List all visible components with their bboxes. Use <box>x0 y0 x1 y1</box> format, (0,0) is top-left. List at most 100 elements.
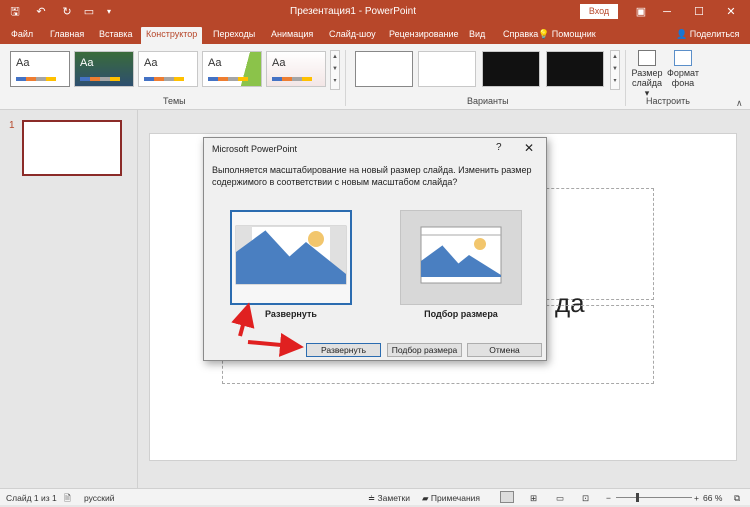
slide-number: 1 <box>9 120 15 131</box>
tab-insert[interactable]: Вставка <box>96 27 135 44</box>
slide-thumbnails-pane: 1 <box>0 110 138 488</box>
zoom-out-icon[interactable]: − <box>606 493 611 503</box>
theme-pink[interactable]: Aa <box>266 51 326 87</box>
fit-to-window-icon[interactable]: ⧉ <box>734 493 740 504</box>
group-divider <box>625 50 626 106</box>
fit-button[interactable]: Подбор размера <box>387 343 462 357</box>
theme-facet[interactable]: Aa <box>138 51 198 87</box>
variants-scroll[interactable]: ▲ ▼ ▾ <box>610 50 620 90</box>
comments-label: Примечания <box>430 493 480 503</box>
maximize-icon[interactable]: ☐ <box>688 3 710 21</box>
theme-swatch <box>80 77 120 81</box>
variants-group-label: Варианты <box>467 96 509 106</box>
variant-3[interactable] <box>482 51 540 87</box>
close-icon[interactable]: ✕ <box>720 3 742 21</box>
arrow-to-button <box>247 332 304 357</box>
theme-sample-text: Aa <box>272 57 286 69</box>
dialog-close-button[interactable]: ✕ <box>524 141 534 155</box>
normal-view-icon[interactable] <box>500 491 514 503</box>
language-indicator[interactable]: русский <box>84 493 115 503</box>
ribbon-display-icon[interactable]: ▣ <box>630 3 652 21</box>
slide-sorter-icon[interactable]: ⊞ <box>530 493 537 504</box>
title-bar: 🖫 ↶ ↻ ▭ ▾ Презентация1 - PowerPoint Вход… <box>0 0 750 24</box>
theme-sample-text: Aa <box>144 57 158 69</box>
notes-label: Заметки <box>377 493 411 503</box>
comments-icon: ▰ <box>422 493 429 503</box>
tab-animations[interactable]: Анимация <box>268 27 316 44</box>
reading-view-icon[interactable]: ▭ <box>556 493 564 504</box>
slide-size-label-1: Размер <box>631 68 663 78</box>
fit-illustration-icon <box>420 226 502 284</box>
variant-4[interactable] <box>546 51 604 87</box>
theme-office[interactable]: Aa <box>10 51 70 87</box>
theme-swatch <box>16 77 56 81</box>
arrow-to-option <box>231 302 255 337</box>
theme-sample-text: Aa <box>80 57 94 69</box>
notes-button[interactable]: ≐ Заметки <box>368 493 410 504</box>
present-from-start-icon[interactable]: ▭ <box>80 4 98 20</box>
tab-transitions[interactable]: Переходы <box>210 27 258 44</box>
dialog-help-button[interactable]: ? <box>496 142 502 153</box>
status-bar: Слайд 1 из 1 🗎 русский ≐ Заметки ▰ Приме… <box>0 488 750 505</box>
theme-swatch <box>144 77 184 81</box>
dialog-title: Microsoft PowerPoint <box>212 144 298 154</box>
lightbulb-icon: 💡 <box>538 29 550 39</box>
theme-swatch <box>272 77 312 81</box>
fit-option[interactable] <box>400 210 522 305</box>
maximize-option[interactable] <box>230 210 352 305</box>
theme-swatch <box>208 77 248 81</box>
tab-review[interactable]: Рецензирование <box>386 27 462 44</box>
save-icon[interactable]: 🖫 <box>6 4 24 20</box>
tell-me-button[interactable]: 💡 Помощник <box>538 27 596 42</box>
window-title: Презентация1 - PowerPoint <box>290 6 416 17</box>
customize-qat-icon[interactable]: ▾ <box>100 4 118 20</box>
theme-sample-text: Aa <box>16 57 30 69</box>
tab-file[interactable]: Файл <box>8 27 36 44</box>
tab-slideshow[interactable]: Слайд-шоу <box>326 27 379 44</box>
annotation-arrows <box>231 302 304 357</box>
format-bg-label-1: Формат <box>667 68 699 78</box>
themes-scroll[interactable]: ▲ ▼ ▾ <box>330 50 340 90</box>
share-button[interactable]: 👤 Поделиться <box>676 27 739 42</box>
maximize-illustration-icon <box>235 225 347 285</box>
collapse-ribbon-icon[interactable]: ∧ <box>736 98 743 109</box>
theme-photo[interactable]: Aa <box>74 51 134 87</box>
cancel-button[interactable]: Отмена <box>467 343 542 357</box>
format-background-icon <box>674 50 692 66</box>
person-icon: 👤 <box>676 29 688 39</box>
customize-group-label: Настроить <box>646 96 690 106</box>
zoom-thumb[interactable] <box>636 493 639 502</box>
fit-option-label: Подбор размера <box>424 309 498 319</box>
notes-icon: ≐ <box>368 493 376 503</box>
share-label: Поделиться <box>689 29 740 39</box>
group-divider <box>345 50 346 106</box>
redo-icon[interactable]: ↻ <box>58 4 76 20</box>
slide-counter: Слайд 1 из 1 <box>6 493 57 503</box>
slide-thumbnail[interactable] <box>22 120 122 176</box>
tab-help[interactable]: Справка <box>500 27 541 44</box>
maximize-button[interactable]: Развернуть <box>306 343 381 357</box>
zoom-slider[interactable] <box>616 497 692 498</box>
slide-size-button[interactable]: Размер слайда ▾ <box>630 50 664 98</box>
slideshow-view-icon[interactable]: ⊡ <box>582 493 589 504</box>
format-background-button[interactable]: Формат фона <box>666 50 700 88</box>
theme-sample-text: Aa <box>208 57 222 69</box>
slide-size-icon <box>638 50 656 66</box>
slide-size-label-2: слайда ▾ <box>631 78 663 98</box>
login-button[interactable]: Вход <box>580 4 618 19</box>
tab-home[interactable]: Главная <box>47 27 87 44</box>
comments-button[interactable]: ▰ Примечания <box>422 493 480 504</box>
zoom-level[interactable]: 66 % <box>703 493 722 503</box>
ribbon-tabs: Файл Главная Вставка Конструктор Переход… <box>0 24 750 44</box>
theme-green[interactable]: Aa <box>202 51 262 87</box>
ribbon-design: Aa Aa Aa Aa Aa ▲ ▼ ▾ Темы ▲ ▼ ▾ Варианты Раз… <box>0 44 750 110</box>
variant-2[interactable] <box>418 51 476 87</box>
tab-view[interactable]: Вид <box>466 27 488 44</box>
zoom-in-icon[interactable]: + <box>694 493 699 503</box>
tab-design[interactable]: Конструктор <box>141 27 203 44</box>
undo-icon[interactable]: ↶ <box>32 4 50 20</box>
minimize-icon[interactable]: ─ <box>656 3 678 21</box>
dialog-message: Выполняется масштабирование на новый раз… <box>212 165 532 187</box>
tell-me-label: Помощник <box>551 29 596 39</box>
variant-1[interactable] <box>355 51 413 87</box>
